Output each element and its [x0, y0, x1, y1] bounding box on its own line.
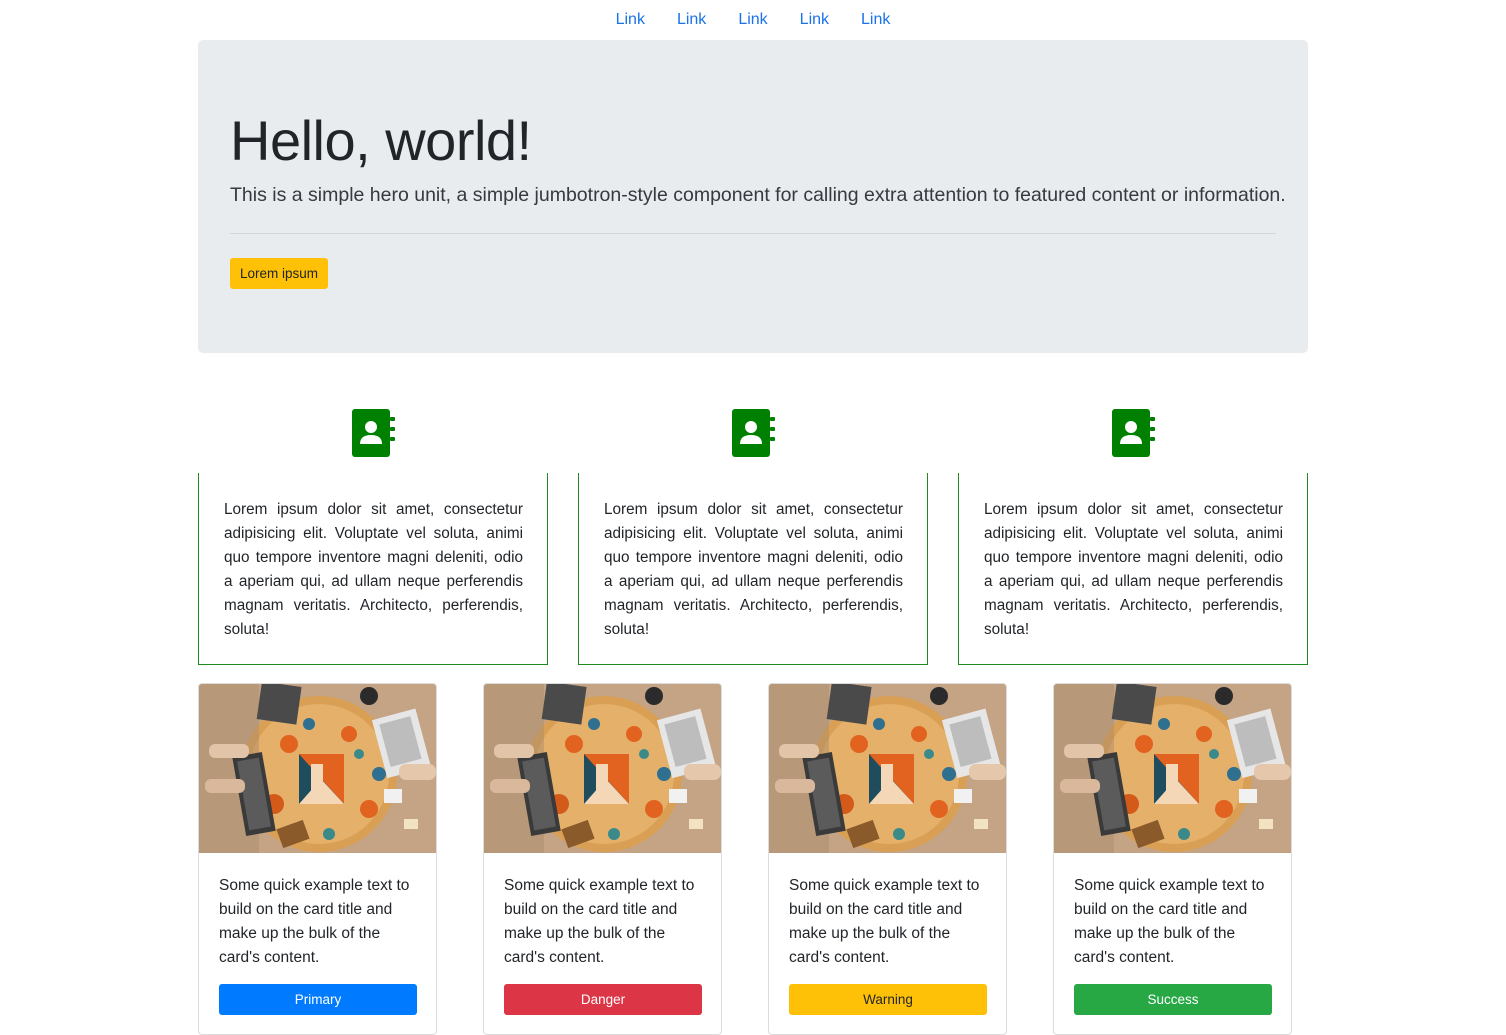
nav-link-4[interactable]: Link — [784, 0, 845, 40]
feature-box: Lorem ipsum dolor sit amet, consectetur … — [578, 473, 928, 665]
feature-box: Lorem ipsum dolor sit amet, consectetur … — [958, 473, 1308, 665]
top-nav: Link Link Link Link Link — [0, 0, 1506, 40]
jumbotron-lead: This is a simple hero unit, a simple jum… — [230, 184, 1286, 206]
primary-button[interactable]: Primary — [219, 984, 417, 1015]
card-image — [484, 684, 721, 853]
card: Some quick example text to build on the … — [483, 683, 722, 1035]
card-image — [769, 684, 1006, 853]
card-image — [1054, 684, 1291, 853]
danger-button[interactable]: Danger — [504, 984, 702, 1015]
card: Some quick example text to build on the … — [1053, 683, 1292, 1035]
nav-link-2[interactable]: Link — [661, 0, 722, 40]
jumbotron-title: Hello, world! — [230, 109, 532, 172]
card-text: Some quick example text to build on the … — [1074, 877, 1265, 966]
success-button[interactable]: Success — [1074, 984, 1272, 1015]
nav-link-5[interactable]: Link — [845, 0, 906, 40]
card-text: Some quick example text to build on the … — [504, 877, 695, 966]
card: Some quick example text to build on the … — [198, 683, 437, 1035]
nav-link-3[interactable]: Link — [722, 0, 783, 40]
nav-link-1[interactable]: Link — [600, 0, 661, 40]
feature-text: Lorem ipsum dolor sit amet, consectetur … — [604, 501, 903, 638]
contact-book-icon — [732, 409, 775, 457]
jumbotron: Hello, world! This is a simple hero unit… — [198, 40, 1308, 353]
jumbotron-divider — [230, 233, 1276, 234]
card-image — [199, 684, 436, 853]
feature-text: Lorem ipsum dolor sit amet, consectetur … — [224, 501, 523, 638]
card-text: Some quick example text to build on the … — [789, 877, 980, 966]
card-text: Some quick example text to build on the … — [219, 877, 410, 966]
card: Some quick example text to build on the … — [768, 683, 1007, 1035]
warning-button[interactable]: Warning — [789, 984, 987, 1015]
contact-book-icon — [352, 409, 395, 457]
contact-book-icon — [1112, 409, 1155, 457]
lorem-ipsum-button[interactable]: Lorem ipsum — [230, 258, 329, 289]
feature-text: Lorem ipsum dolor sit amet, consectetur … — [984, 501, 1283, 638]
feature-box: Lorem ipsum dolor sit amet, consectetur … — [198, 473, 548, 665]
